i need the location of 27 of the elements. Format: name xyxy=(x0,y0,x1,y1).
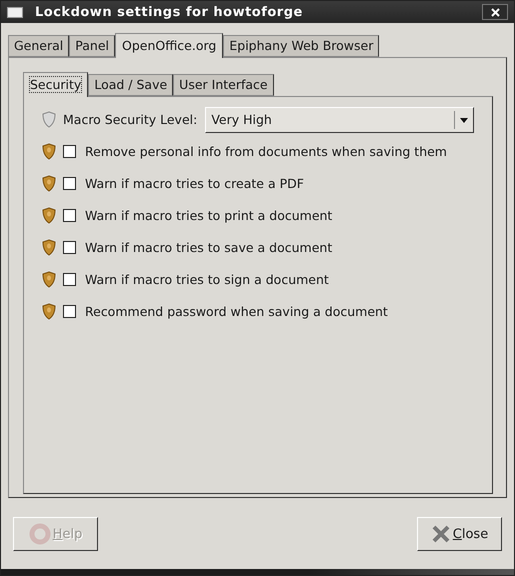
tab[interactable]: Epiphany Web Browser xyxy=(223,35,380,57)
window-icon xyxy=(7,6,23,18)
window-title: Lockdown settings for howtoforge xyxy=(35,4,304,20)
tab[interactable]: Panel xyxy=(69,35,115,57)
macro-level-dropdown[interactable]: Very High xyxy=(205,106,474,132)
close-icon xyxy=(430,524,451,544)
tab[interactable]: Security xyxy=(23,72,88,97)
tab[interactable]: Load / Save xyxy=(88,74,174,96)
checkbox[interactable] xyxy=(63,177,76,190)
tab[interactable]: General xyxy=(8,35,70,57)
option-label: Remove personal info from documents when saving them xyxy=(85,144,447,159)
checkbox[interactable] xyxy=(63,273,76,286)
option-label: Warn if macro tries to save a document xyxy=(85,240,332,255)
option-label: Warn if macro tries to create a PDF xyxy=(85,176,304,191)
checkbox[interactable] xyxy=(63,209,76,222)
close-button[interactable]: Close xyxy=(417,517,502,551)
checkbox[interactable] xyxy=(63,305,76,318)
option-label: Warn if macro tries to print a document xyxy=(85,208,332,223)
checkbox[interactable] xyxy=(63,241,76,254)
close-icon[interactable] xyxy=(482,4,508,20)
tab[interactable]: User Interface xyxy=(173,74,274,96)
option-label: Recommend password when saving a document xyxy=(85,304,388,319)
macro-level-label: Macro Security Level: xyxy=(63,112,198,127)
checkbox[interactable] xyxy=(63,145,76,158)
option-label: Warn if macro tries to sign a document xyxy=(85,272,329,287)
lifebuoy-icon xyxy=(28,523,51,545)
tab[interactable]: OpenOffice.org xyxy=(115,33,224,58)
